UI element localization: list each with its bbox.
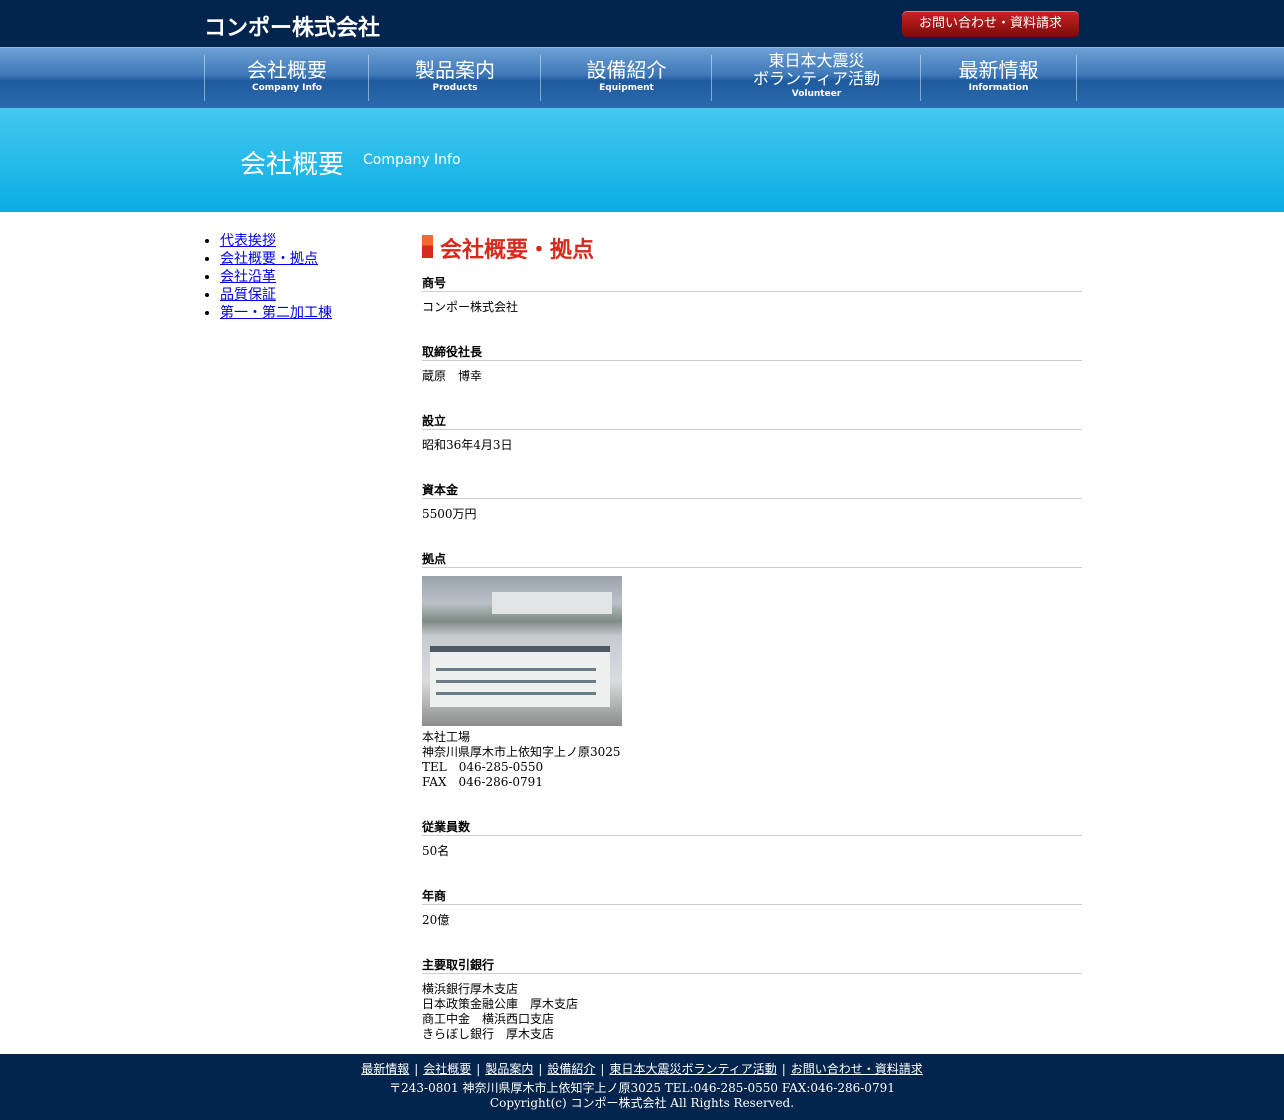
footer-separator: | — [414, 1062, 419, 1076]
page-title: 会社概要 — [240, 150, 345, 180]
value-line: 神奈川県厚木市上依知字上ノ原3025 — [422, 745, 621, 759]
value-line: 商工中金 横浜西口支店 — [422, 1012, 555, 1026]
nav-label-en: Products — [432, 83, 478, 93]
item-label: 商号 — [422, 276, 1082, 292]
sidebar-link-factories[interactable]: 第一・第二加工棟 — [220, 305, 332, 321]
section-title-marker — [422, 235, 433, 258]
item-label: 設立 — [422, 414, 1082, 430]
footer-link-volunteer[interactable]: 東日本大震災ボランティア活動 — [609, 1062, 776, 1076]
nav-company-info[interactable]: 会社概要 Company Info — [204, 55, 369, 101]
footer-separator: | — [538, 1062, 543, 1076]
footer-links: 最新情報 | 会社概要 | 製品案内 | 設備紹介 | 東日本大震災ボランティア活動 | お問い合わ… — [0, 1062, 1284, 1077]
item-value: 蔵原 博幸 — [422, 369, 483, 383]
nav-label-en: Information — [968, 83, 1029, 93]
footer-link-products[interactable]: 製品案内 — [485, 1062, 533, 1076]
value-line: きらぼし銀行 厚木支店 — [422, 1027, 555, 1041]
footer-address: 〒243-0801 神奈川県厚木市上依知字上ノ原3025 TEL:046-285… — [389, 1081, 895, 1095]
footer-link-news[interactable]: 最新情報 — [361, 1062, 409, 1076]
item-label: 取締役社長 — [422, 345, 1082, 361]
sidebar-menu: 代表挨拶 会社概要・拠点 会社沿革 品質保証 第一・第二加工棟 — [202, 232, 332, 322]
contact-button[interactable]: お問い合わせ・資料請求 — [902, 11, 1079, 37]
value-line: FAX 046-286-0791 — [422, 775, 543, 789]
item-value: 昭和36年4月3日 — [422, 438, 513, 452]
value-line: 本社工場 — [422, 730, 471, 744]
item-label: 年商 — [422, 889, 1082, 905]
item-label: 資本金 — [422, 483, 1082, 499]
footer-link-equipment[interactable]: 設備紹介 — [547, 1062, 595, 1076]
company-logo[interactable]: コンポー株式会社 — [204, 10, 380, 42]
sidebar-item: 会社概要・拠点 — [220, 250, 332, 268]
item-value: 20億 — [422, 913, 450, 927]
footer: 最新情報 | 会社概要 | 製品案内 | 設備紹介 | 東日本大震災ボランティア活動 | お問い合わ… — [0, 1054, 1284, 1120]
nav-label-en: Volunteer — [791, 89, 842, 99]
nav-label-en: Company Info — [252, 83, 322, 93]
item-value: 5500万円 — [422, 507, 477, 521]
item-value: コンポー株式会社 — [422, 300, 519, 314]
footer-separator: | — [600, 1062, 605, 1076]
page-hero-banner: 会社概要 Company Info — [0, 108, 1284, 212]
value-line: TEL 046-285-0550 — [422, 760, 544, 774]
nav-information[interactable]: 最新情報 Information — [920, 55, 1077, 101]
value-line: 横浜銀行厚木支店 — [422, 982, 519, 996]
nav-label-jp: 最新情報 — [958, 58, 1039, 82]
photo-factory-building — [430, 646, 610, 707]
section-title-text: 会社概要・拠点 — [440, 238, 595, 263]
sidebar-item: 代表挨拶 — [220, 232, 332, 250]
item-label: 従業員数 — [422, 820, 1082, 836]
item-value: 50名 — [422, 844, 450, 858]
sidebar-link-overview[interactable]: 会社概要・拠点 — [220, 251, 318, 267]
main-nav: 会社概要 Company Info 製品案内 Products 設備紹介 Equ… — [0, 47, 1284, 109]
nav-products[interactable]: 製品案内 Products — [368, 55, 541, 101]
sidebar-link-greeting[interactable]: 代表挨拶 — [220, 233, 276, 249]
footer-separator: | — [476, 1062, 481, 1076]
sidebar-link-quality[interactable]: 品質保証 — [220, 287, 276, 303]
nav-label-jp-line2: ボランティア活動 — [752, 69, 881, 88]
nav-label-jp: 設備紹介 — [586, 58, 667, 82]
item-label: 拠点 — [422, 552, 1082, 568]
nav-equipment[interactable]: 設備紹介 Equipment — [540, 55, 712, 101]
nav-label-jp: 会社概要 — [247, 58, 327, 82]
footer-separator: | — [781, 1062, 786, 1076]
nav-label-jp-line1: 東日本大震災 — [768, 51, 865, 70]
nav-label-jp: 製品案内 — [415, 58, 495, 82]
main-content: 会社概要・拠点 商号 コンポー株式会社 取締役社長 蔵原 博幸 設立 昭和36年… — [422, 232, 1082, 1072]
sidebar-link-history[interactable]: 会社沿革 — [220, 269, 276, 285]
sidebar-item: 会社沿革 — [220, 268, 332, 286]
footer-link-company[interactable]: 会社概要 — [423, 1062, 471, 1076]
photo-window-row — [436, 680, 596, 683]
item-label: 主要取引銀行 — [422, 958, 1082, 974]
sidebar-item: 第一・第二加工棟 — [220, 304, 332, 322]
photo-window-row — [436, 668, 596, 671]
photo-background-building — [492, 592, 612, 614]
nav-volunteer[interactable]: 東日本大震災 ボランティア活動 Volunteer — [711, 51, 921, 101]
factory-photo — [422, 576, 622, 726]
page-subtitle: Company Info — [363, 152, 461, 168]
sidebar-item: 品質保証 — [220, 286, 332, 304]
photo-window-row — [436, 692, 596, 695]
nav-label-en: Equipment — [599, 83, 654, 93]
section-title: 会社概要・拠点 — [422, 232, 1082, 263]
item-value-multiline: 本社工場 神奈川県厚木市上依知字上ノ原3025 TEL 046-285-0550… — [422, 730, 1082, 790]
value-line: 日本政策金融公庫 厚木支店 — [422, 997, 579, 1011]
footer-link-contact[interactable]: お問い合わせ・資料請求 — [791, 1062, 923, 1076]
item-value-multiline: 横浜銀行厚木支店 日本政策金融公庫 厚木支店 商工中金 横浜西口支店 きらぼし銀… — [422, 982, 1082, 1042]
footer-copyright: Copyright(c) コンポー株式会社 All Rights Reserve… — [489, 1096, 795, 1110]
top-header: コンポー株式会社 お問い合わせ・資料請求 — [0, 0, 1284, 47]
